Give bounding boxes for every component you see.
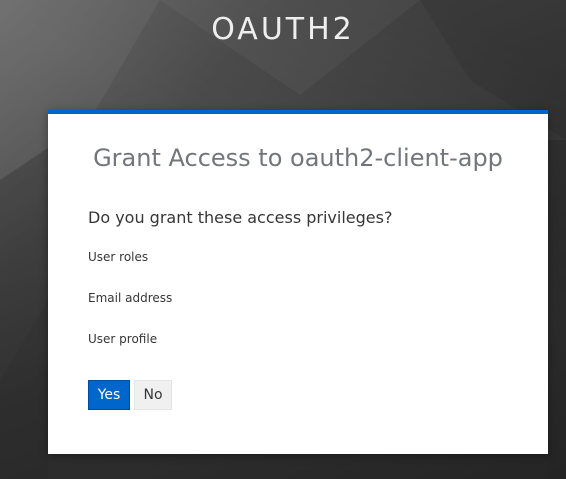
consent-question: Do you grant these access privileges? [88,208,393,227]
consent-actions: Yes No [88,380,172,410]
no-button[interactable]: No [134,380,172,410]
privilege-item-user-roles: User roles [88,250,149,264]
privilege-list: User roles Email address User profile [88,250,172,373]
privilege-item-user-profile: User profile [88,332,158,346]
brand-header: OAUTH2 [211,12,355,47]
yes-button[interactable]: Yes [88,380,130,410]
consent-card: Grant Access to oauth2-client-app Do you… [48,110,548,454]
privilege-item-email-address: Email address [88,291,173,305]
page-title: Grant Access to oauth2-client-app [93,144,503,172]
